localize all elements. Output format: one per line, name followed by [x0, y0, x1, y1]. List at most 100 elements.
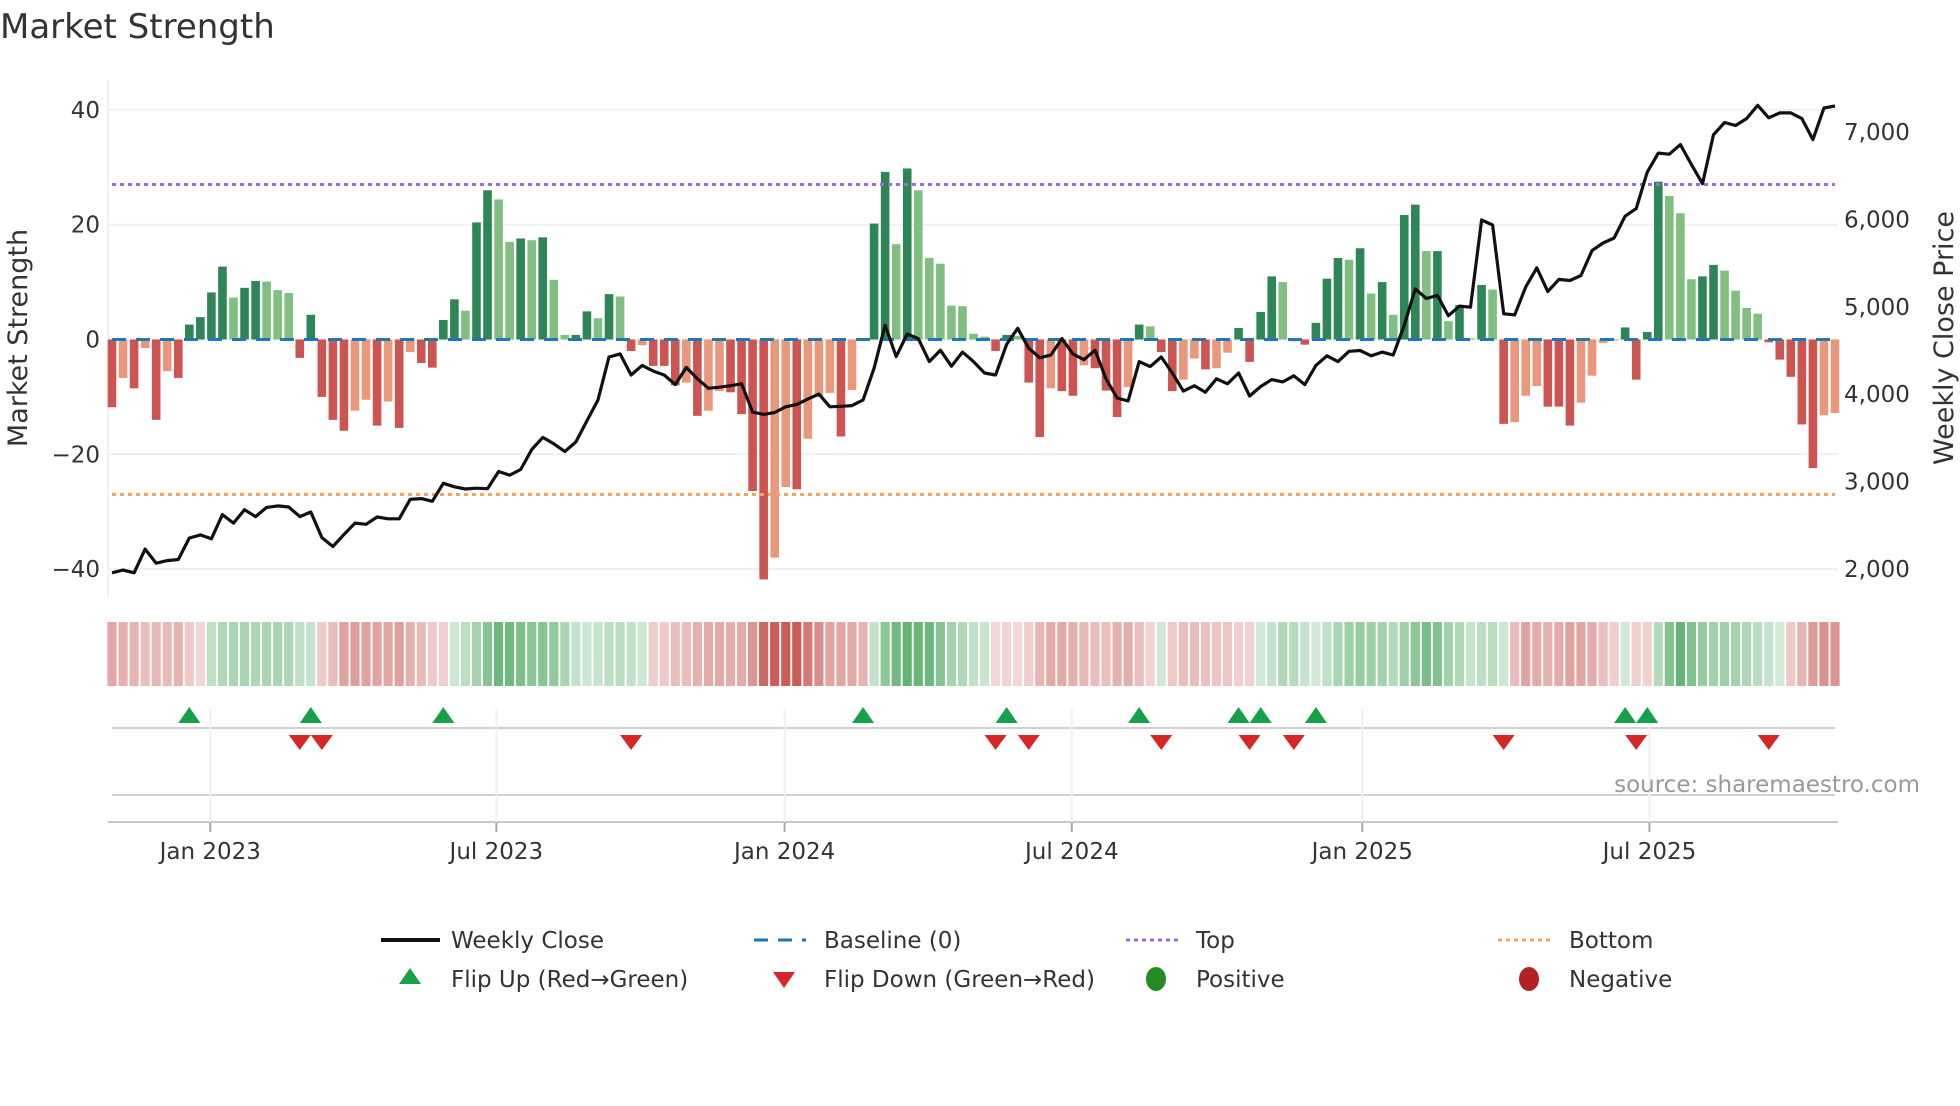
heat-cell: [847, 622, 857, 686]
heat-cell: [195, 622, 205, 686]
strength-bar: [472, 222, 481, 340]
heat-cell: [1101, 622, 1111, 686]
strength-bar: [1709, 264, 1718, 340]
legend-item-bottom[interactable]: Bottom: [1498, 928, 1653, 954]
legend-item-flip-up[interactable]: Flip Up (Red→Green): [399, 967, 688, 993]
heat-cell: [151, 622, 161, 686]
strength-bar: [173, 339, 183, 378]
heat-cell: [1742, 622, 1752, 686]
heat-cell: [361, 622, 371, 686]
left-axis-title: Market Strength: [3, 229, 34, 447]
heat-cell: [1543, 622, 1553, 686]
heat-cell: [681, 622, 691, 686]
heat-cell: [913, 622, 923, 686]
strength-bar: [1554, 339, 1564, 407]
strength-bar: [372, 339, 382, 426]
strength-bar: [913, 190, 923, 340]
strength-bar: [1190, 339, 1199, 359]
heat-cell: [1488, 622, 1498, 686]
strength-bar: [1819, 339, 1829, 416]
strength-bar: [284, 293, 294, 340]
flip-down-marker: [984, 735, 1007, 750]
y-tick-label: 0: [85, 328, 100, 354]
strength-bar: [405, 339, 415, 353]
strength-bar: [869, 223, 879, 340]
y2-tick-label: 3,000: [1844, 470, 1910, 496]
strength-bar: [1410, 204, 1420, 340]
strength-bar: [516, 238, 525, 340]
flip-down-marker: [1757, 735, 1780, 750]
strength-bars: [107, 168, 1840, 580]
legend-item-positive[interactable]: Positive: [1146, 967, 1285, 993]
strength-bar: [1366, 293, 1376, 340]
legend-item-negative[interactable]: Negative: [1519, 967, 1672, 993]
strength-bar: [704, 339, 713, 411]
heat-cell: [1079, 622, 1089, 686]
strength-bar: [151, 339, 161, 420]
heat-cell: [516, 622, 526, 686]
heat-cell: [803, 622, 813, 686]
strength-bar: [450, 299, 459, 340]
strength-bar: [847, 339, 857, 391]
heat-cell: [1156, 622, 1166, 686]
flip-down-marker: [1492, 735, 1515, 750]
strength-bar: [1201, 339, 1210, 370]
heat-cell: [1167, 622, 1177, 686]
strength-bar: [527, 240, 537, 340]
heat-cell: [957, 622, 968, 686]
strength-bar: [129, 339, 139, 389]
heat-cell: [1532, 622, 1542, 686]
heat-cell: [637, 622, 647, 686]
heat-cell: [968, 622, 979, 686]
heat-cell: [869, 622, 879, 686]
heat-cell: [1454, 622, 1465, 686]
strength-bar: [306, 314, 316, 340]
heat-cell: [1675, 622, 1685, 686]
heat-cell: [1510, 622, 1520, 686]
heat-cell: [107, 622, 117, 686]
flip-up-marker: [1249, 707, 1272, 723]
strength-bar: [936, 263, 945, 340]
strength-bar: [759, 339, 768, 580]
heat-cell: [781, 622, 791, 686]
circle-icon: [1519, 967, 1539, 991]
strength-bar: [715, 339, 724, 392]
strength-bar: [1444, 321, 1453, 340]
legend-item-flip-down[interactable]: Flip Down (Green→Red): [773, 967, 1095, 993]
heat-cell: [140, 622, 150, 686]
legend-item-baseline[interactable]: Baseline (0): [754, 928, 961, 954]
heat-cell: [648, 622, 658, 686]
strength-bar: [1499, 339, 1508, 424]
x-tick-label: Jul 2025: [1601, 839, 1697, 865]
right-axis-title: Weekly Close Price: [1929, 211, 1960, 465]
strength-bar: [991, 339, 1000, 351]
strength-bar: [1731, 290, 1740, 340]
strength-bar: [428, 339, 437, 368]
heat-cell: [527, 622, 537, 686]
heat-cell: [560, 622, 570, 686]
flip-up-marker: [1304, 707, 1327, 723]
heat-cell: [1576, 622, 1586, 686]
heat-cell: [284, 622, 294, 686]
strength-bar: [1278, 282, 1288, 340]
heat-cell: [1267, 622, 1277, 686]
strength-bar: [262, 281, 271, 340]
legend-item-top[interactable]: Top: [1126, 928, 1235, 954]
strength-bar: [505, 241, 514, 340]
heat-cell: [1377, 622, 1387, 686]
heat-cell: [1476, 622, 1487, 686]
heat-cell: [1410, 622, 1420, 686]
heat-cell: [1035, 622, 1045, 686]
heat-cell: [228, 622, 239, 686]
strength-bar: [1698, 276, 1707, 340]
heat-cell: [836, 622, 846, 686]
legend-item-weekly-close[interactable]: Weekly Close: [381, 928, 604, 954]
heat-cell: [1278, 622, 1288, 686]
heat-cell: [1797, 622, 1807, 686]
strength-bar: [1344, 259, 1354, 340]
heat-cell: [1013, 622, 1023, 686]
strength-bar: [1046, 339, 1056, 389]
heat-cell: [1443, 622, 1454, 686]
heat-cell: [350, 622, 360, 686]
strength-bar: [1830, 339, 1840, 413]
